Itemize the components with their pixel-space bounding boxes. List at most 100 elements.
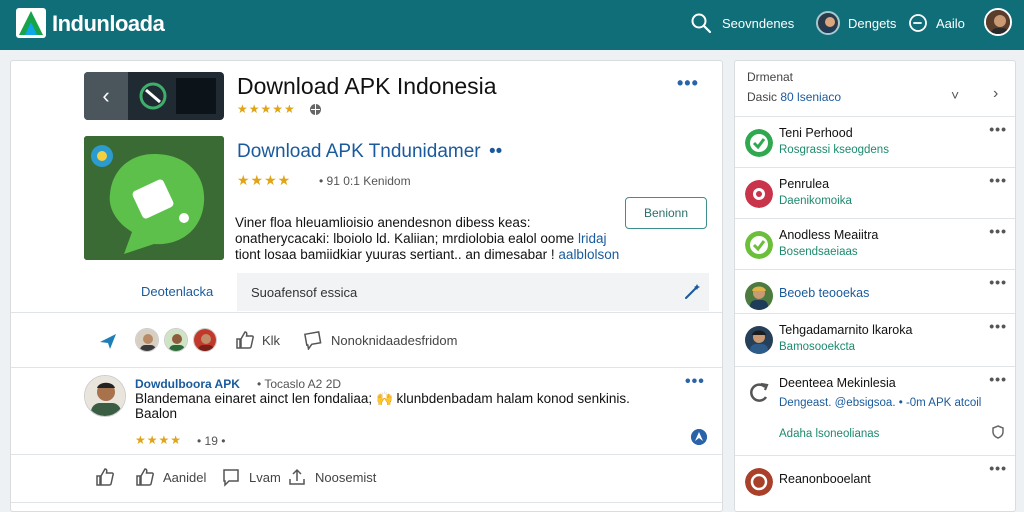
gallery-thumbnail[interactable] bbox=[176, 78, 216, 114]
user-label[interactable]: Dengets bbox=[848, 16, 896, 31]
side-panel-title: Drmenat bbox=[747, 70, 794, 84]
side-panel-subtitle: Dasic 80 lseniaco bbox=[747, 90, 841, 104]
thumbs-up-icon[interactable] bbox=[135, 467, 155, 487]
more-options-icon[interactable]: ••• bbox=[989, 223, 1007, 239]
clock-label[interactable]: Aailo bbox=[936, 16, 965, 31]
chevron-right-icon[interactable]: › bbox=[993, 85, 998, 103]
side-list-item[interactable]: Penrulea Daenikomoika ••• bbox=[735, 167, 1015, 217]
author-avatar[interactable] bbox=[84, 375, 126, 417]
main-card: ‹ Download APK Indonesia ★★★★★ ••• Downl… bbox=[10, 60, 723, 512]
more-options-icon[interactable]: ••• bbox=[989, 318, 1007, 334]
divider bbox=[11, 502, 722, 503]
reactor-avatar[interactable] bbox=[135, 328, 159, 352]
reactor-avatar[interactable] bbox=[164, 328, 188, 352]
search-icon[interactable] bbox=[690, 12, 712, 34]
side-list-item[interactable]: Beoeb teooekas ••• bbox=[735, 269, 1015, 319]
side-list-item[interactable]: Deenteea Mekinlesia Dengeast. @ebsigsoa.… bbox=[735, 366, 1015, 454]
side-list-item[interactable]: Teni Perhood Rosgrassi kseogdens ••• bbox=[735, 116, 1015, 166]
description-link[interactable]: lridaj bbox=[578, 231, 607, 246]
side-item-title: Anodless Meaiitra bbox=[779, 228, 879, 242]
like-label[interactable]: Klk bbox=[262, 333, 280, 348]
more-options-icon[interactable]: ••• bbox=[989, 460, 1007, 476]
person-icon bbox=[85, 376, 125, 416]
reactor-avatar[interactable] bbox=[193, 328, 217, 352]
comment-input-text: Suoafensof essica bbox=[251, 284, 358, 300]
person-icon bbox=[194, 329, 216, 351]
side-item-subtitle[interactable]: Adaha lsoneolianas bbox=[779, 428, 879, 440]
app-badge-icon bbox=[745, 180, 773, 208]
side-item-title: Penrulea bbox=[779, 177, 830, 191]
brand-logo-icon[interactable] bbox=[16, 8, 46, 38]
side-item-subtitle[interactable]: Daenikomoika bbox=[779, 195, 852, 207]
comment-icon[interactable] bbox=[221, 467, 241, 487]
app-thumbnail-icon bbox=[136, 80, 170, 112]
more-options-icon[interactable]: ••• bbox=[677, 73, 699, 94]
side-item-subtitle[interactable]: Bosendsaeiaas bbox=[779, 246, 858, 258]
post-actions: Aanidel Lvam Noosemist bbox=[11, 455, 722, 501]
more-options-icon[interactable]: ••• bbox=[685, 373, 705, 391]
screenshot-gallery[interactable]: ‹ bbox=[84, 72, 224, 120]
user-avatar[interactable] bbox=[816, 11, 840, 35]
app-description: Viner floa hleuamlioisio anendesnon dibe… bbox=[235, 215, 625, 263]
avatar bbox=[745, 326, 773, 354]
chevron-left-icon[interactable]: ‹ bbox=[84, 72, 128, 120]
app-icon[interactable] bbox=[84, 136, 224, 260]
more-options-icon[interactable]: ••• bbox=[989, 371, 1007, 387]
chat-bubble-icon bbox=[84, 136, 224, 260]
comment-input[interactable]: Suoafensof essica bbox=[237, 273, 709, 311]
refresh-icon bbox=[745, 379, 773, 407]
thumbs-up-icon[interactable] bbox=[235, 330, 255, 350]
post-author[interactable]: Dowdulboora APK bbox=[135, 377, 240, 391]
action-label[interactable]: Aanidel bbox=[163, 470, 206, 485]
review-post: Dowdulboora APK • Tocaslo A2 2D ••• Blan… bbox=[11, 367, 722, 453]
side-item-detail[interactable]: Dengeast. @ebsigsoa. • -0m APK atcoil bbox=[779, 397, 999, 409]
profile-avatar[interactable] bbox=[984, 8, 1012, 36]
person-icon bbox=[986, 10, 1010, 34]
side-item-title: Deenteea Mekinlesia bbox=[779, 376, 896, 390]
thumbs-up-icon[interactable] bbox=[95, 467, 115, 487]
comment-icon[interactable] bbox=[303, 330, 323, 350]
side-list-item[interactable]: Tehgadamarnito lkaroka Bamosooekcta ••• bbox=[735, 313, 1015, 365]
side-list-item[interactable]: Reanonbooelant ••• bbox=[735, 455, 1015, 505]
more-options-icon[interactable]: ••• bbox=[989, 274, 1007, 290]
brand-name[interactable]: Indunloada bbox=[52, 11, 165, 37]
tabs-row: Deotenlacka Suoafensof essica bbox=[129, 273, 709, 311]
verified-badge-icon bbox=[691, 429, 707, 445]
post-text-part: Blandemana einaret ainct len fondaliaa; bbox=[135, 391, 373, 406]
description-text: Viner floa hleuamlioisio anendesnon dibe… bbox=[235, 215, 575, 246]
clock-icon[interactable] bbox=[908, 13, 928, 33]
person-icon bbox=[136, 329, 158, 351]
side-item-subtitle[interactable]: Bamosooekcta bbox=[779, 341, 855, 353]
side-sub-accent[interactable]: 80 lseniaco bbox=[780, 90, 841, 104]
action-label[interactable]: Lvam bbox=[249, 470, 281, 485]
side-item-title: Reanonbooelant bbox=[779, 472, 871, 486]
more-options-icon[interactable]: ••• bbox=[989, 172, 1007, 188]
app-rating-text: • 91 0:1 Kenidom bbox=[319, 174, 411, 188]
app-name-link[interactable]: Download APK Tndunidamer bbox=[237, 141, 481, 163]
action-label[interactable]: Noosemist bbox=[315, 470, 376, 485]
side-item-subtitle[interactable]: Rosgrassi kseogdens bbox=[779, 144, 889, 156]
more-options-icon[interactable]: ••• bbox=[989, 121, 1007, 137]
description-text: tiont losaa bamiidkiar yuuras sertiant..… bbox=[235, 247, 555, 262]
top-bar: Indunloada Seovndenes Dengets Aailo bbox=[0, 0, 1024, 50]
search-label[interactable]: Seovndenes bbox=[722, 16, 794, 31]
chevron-down-icon[interactable]: ˅ bbox=[951, 87, 959, 103]
app-badge-icon bbox=[745, 468, 773, 496]
tab-active[interactable]: Deotenlacka bbox=[129, 273, 237, 311]
comment-label[interactable]: Nonoknidaadesfridom bbox=[331, 333, 457, 348]
person-icon bbox=[822, 17, 838, 33]
side-sub-prefix: Dasic bbox=[747, 90, 778, 104]
description-link[interactable]: aalblolson bbox=[558, 247, 619, 262]
shield-icon bbox=[992, 425, 1004, 439]
post-rating-count: • 19 • bbox=[197, 434, 226, 448]
app-name-more[interactable]: •• bbox=[489, 141, 502, 163]
person-icon bbox=[165, 329, 187, 351]
download-button[interactable]: Benionn bbox=[625, 197, 707, 229]
page-title: Download APK Indonesia bbox=[237, 73, 497, 99]
share-icon[interactable] bbox=[97, 330, 119, 352]
post-text: Blandemana einaret ainct len fondaliaa; … bbox=[135, 391, 665, 421]
side-item-title[interactable]: Beoeb teooekas bbox=[779, 286, 869, 300]
magic-wand-icon[interactable] bbox=[683, 283, 701, 301]
side-list-item[interactable]: Anodless Meaiitra Bosendsaeiaas ••• bbox=[735, 218, 1015, 268]
share-arrow-icon[interactable] bbox=[287, 467, 307, 487]
